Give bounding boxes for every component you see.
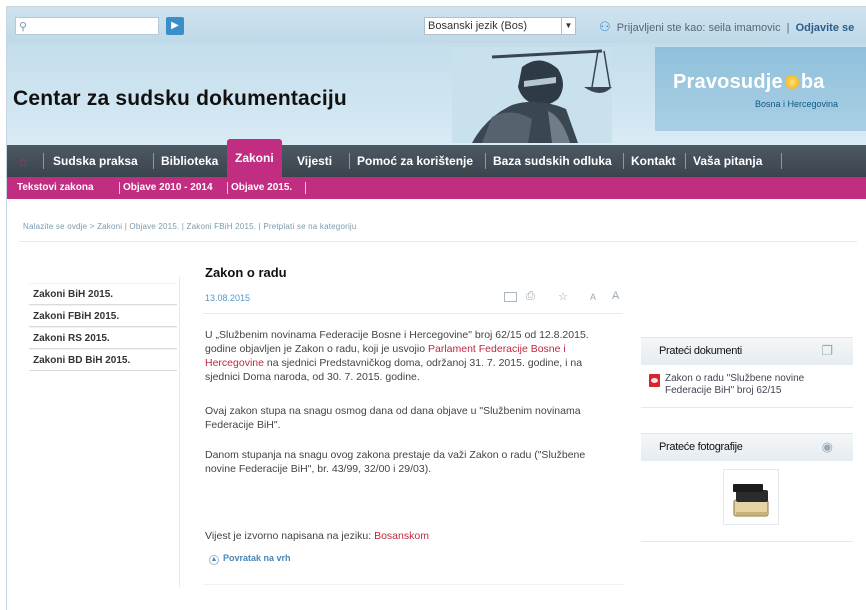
article-date: 13.08.2015	[205, 293, 251, 303]
nav-divider	[349, 153, 350, 169]
main-nav: ⌂ Sudska praksa Biblioteka Zakoni Vijest…	[7, 139, 866, 177]
pdf-icon	[649, 374, 660, 387]
lady-justice-image	[452, 47, 612, 143]
related-documents-header: Prateći dokumenti ❐	[641, 337, 853, 365]
login-user: seila imamovic	[708, 22, 781, 34]
email-icon[interactable]	[504, 292, 517, 302]
related-document-item[interactable]: Zakon o radu "Službene novine Federacije…	[649, 373, 851, 397]
subnav-item-tekstovi-zakona[interactable]: Tekstovi zakona	[17, 177, 94, 199]
nav-divider	[153, 153, 154, 169]
subscribe-link[interactable]: Pretplati se na kategoriju	[263, 222, 356, 231]
camera-icon: ◉	[821, 439, 833, 454]
brand-logo[interactable]: Pravosudje ba Bosna i Hercegovina	[655, 47, 866, 131]
arrow-up-icon: ▲	[209, 555, 219, 565]
font-decrease-button[interactable]: A	[590, 292, 596, 302]
related-document-label: Zakon o radu "Službene novine Federacije…	[665, 373, 805, 396]
brand-dot-icon	[784, 75, 799, 89]
books-image	[733, 484, 769, 517]
nav-item-pomoc[interactable]: Pomoć za korištenje	[357, 145, 473, 177]
arrow-right-icon: ▶	[171, 20, 179, 31]
back-to-top-label: Povratak na vrh	[223, 553, 291, 563]
login-separator: |	[786, 22, 790, 34]
site-header: Centar za sudsku dokumentaciju Pravosudj…	[7, 43, 866, 145]
language-selected-value: Bosanski jezik (Bos)	[428, 20, 528, 32]
font-increase-button[interactable]: A	[612, 290, 619, 302]
panel-divider	[641, 541, 853, 542]
breadcrumb-arrow: >	[89, 222, 98, 231]
nav-item-biblioteka[interactable]: Biblioteka	[161, 145, 218, 177]
nav-divider	[623, 153, 624, 169]
left-nav: Zakoni BiH 2015. Zakoni FBiH 2015. Zakon…	[29, 283, 177, 371]
panel-divider	[641, 407, 853, 408]
login-info: ⚇ Prijavljeni ste kao: seila imamovic | …	[599, 19, 854, 35]
search-icon: ⚲	[19, 21, 28, 33]
article-paragraph-1: U „Službenim novinama Federacije Bosne i…	[205, 328, 615, 384]
subnav-divider	[119, 182, 120, 194]
search-input[interactable]	[32, 19, 156, 33]
brand-name: Pravosudje ba	[673, 71, 825, 94]
search-go-button[interactable]: ▶	[166, 17, 184, 35]
source-language: Vijest je izvorno napisana na jeziku: Bo…	[205, 530, 429, 542]
article-paragraph-2: Ovaj zakon stupa na snagu osmog dana od …	[205, 405, 581, 431]
login-prefix: Prijavljeni ste kao:	[616, 22, 706, 34]
breadcrumb-path[interactable]: Zakoni | Objave 2015. | Zakoni FBiH 2015…	[97, 222, 256, 231]
page-frame: ⚲ ▶ Bosanski jezik (Bos) ▼ ⚇ Prijavljeni…	[6, 6, 866, 610]
language-select[interactable]: Bosanski jezik (Bos) ▼	[424, 17, 576, 35]
left-nav-item-zakoni-fbih[interactable]: Zakoni FBiH 2015.	[29, 305, 177, 327]
related-documents-title: Prateći dokumenti	[659, 345, 742, 357]
home-icon[interactable]: ⌂	[19, 154, 27, 169]
nav-item-sudska-praksa[interactable]: Sudska praksa	[53, 145, 138, 177]
nav-item-kontakt[interactable]: Kontakt	[631, 145, 676, 177]
breadcrumb: Nalazite se ovdje > Zakoni | Objave 2015…	[23, 222, 357, 231]
subnav-item-objave-2010-2014[interactable]: Objave 2010 - 2014	[123, 177, 213, 199]
article-paragraph-3: Danom stupanja na snagu ovog zakona pres…	[205, 449, 586, 475]
breadcrumb-prefix: Nalazite se ovdje	[23, 222, 88, 231]
site-title: Centar za sudsku dokumentaciju	[13, 87, 347, 110]
related-photos-title: Prateće fotografije	[659, 441, 743, 453]
left-nav-item-zakoni-bd-bih[interactable]: Zakoni BD BiH 2015.	[29, 349, 177, 371]
article-bottom-divider	[203, 584, 623, 585]
search-box[interactable]: ⚲	[15, 17, 159, 35]
subnav-divider	[227, 182, 228, 194]
left-nav-item-zakoni-rs[interactable]: Zakoni RS 2015.	[29, 327, 177, 349]
sub-nav: Tekstovi zakona Objave 2010 - 2014 Objav…	[7, 177, 866, 199]
documents-icon: ❐	[821, 343, 833, 358]
subnav-divider	[305, 182, 306, 194]
article-title: Zakon o radu	[205, 265, 287, 280]
brand-subtitle: Bosna i Hercegovina	[755, 99, 839, 109]
breadcrumb-divider	[19, 241, 857, 242]
nav-divider	[685, 153, 686, 169]
chevron-down-icon[interactable]: ▼	[561, 18, 575, 34]
nav-divider	[43, 153, 44, 169]
top-bar: ⚲ ▶ Bosanski jezik (Bos) ▼ ⚇ Prijavljeni…	[7, 7, 866, 43]
nav-divider	[781, 153, 782, 169]
star-icon[interactable]: ☆	[558, 290, 568, 303]
back-to-top-link[interactable]: ▲ Povratak na vrh	[209, 553, 291, 565]
related-photos-header: Prateće fotografije ◉	[641, 433, 853, 461]
source-label: Vijest je izvorno napisana na jeziku:	[205, 530, 372, 542]
article-divider	[203, 313, 623, 314]
nav-item-baza-sudskih-odluka[interactable]: Baza sudskih odluka	[493, 145, 612, 177]
source-language-link[interactable]: Bosanskom	[374, 530, 429, 542]
photo-thumbnail[interactable]	[723, 469, 779, 525]
nav-item-vasa-pitanja[interactable]: Vaša pitanja	[693, 145, 762, 177]
left-nav-item-zakoni-bih[interactable]: Zakoni BiH 2015.	[29, 283, 177, 305]
print-icon[interactable]: ⎙	[526, 290, 535, 303]
user-icon: ⚇	[599, 19, 611, 34]
nav-item-zakoni[interactable]: Zakoni	[227, 139, 282, 177]
nav-divider	[485, 153, 486, 169]
subnav-item-objave-2015[interactable]: Objave 2015.	[231, 177, 292, 199]
left-column-divider	[179, 277, 180, 587]
logout-link[interactable]: Odjavite se	[796, 22, 855, 34]
brand-name-left: Pravosudje	[673, 71, 783, 93]
nav-item-vijesti[interactable]: Vijesti	[297, 145, 332, 177]
brand-name-right: ba	[800, 71, 825, 93]
